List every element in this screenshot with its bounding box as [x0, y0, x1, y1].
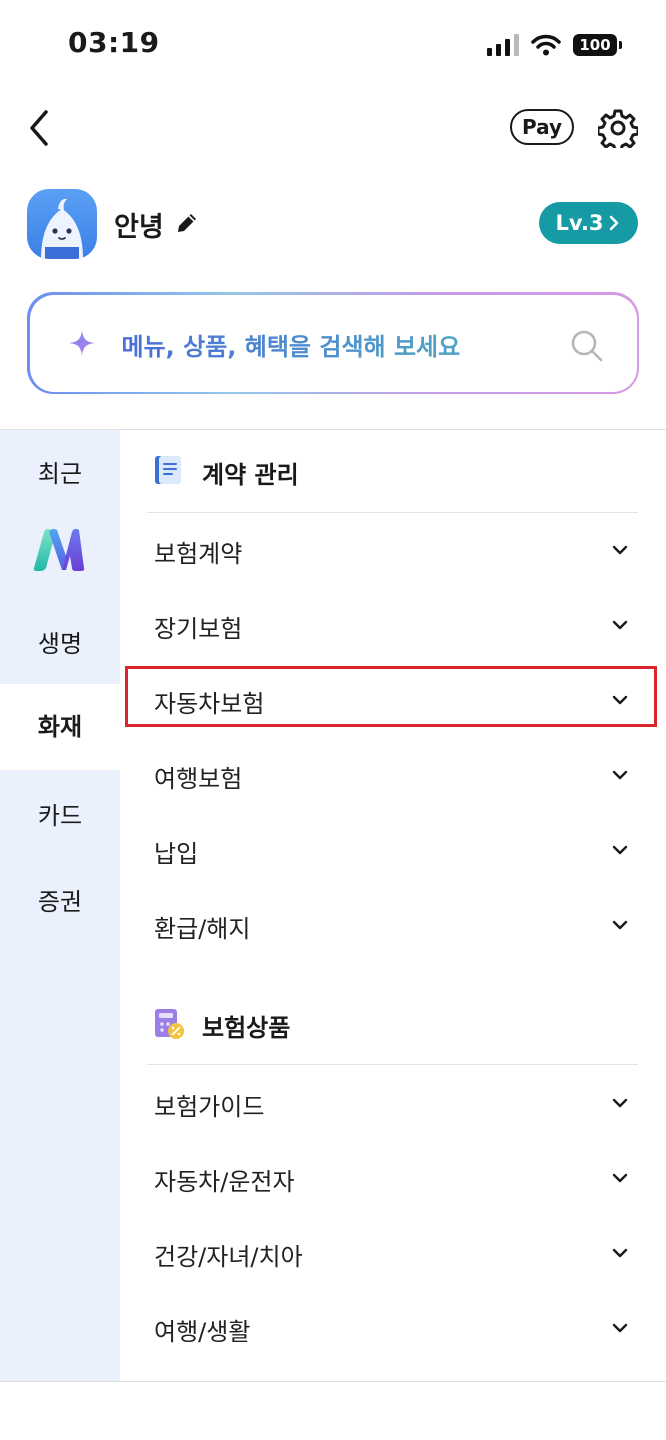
- section-divider: [147, 512, 638, 513]
- status-icons: 100: [487, 30, 622, 60]
- chevron-down-icon: [612, 845, 628, 855]
- m-logo-icon[interactable]: [32, 526, 86, 572]
- search-bar[interactable]: 메뉴, 상품, 혜택을 검색해 보세요: [27, 292, 639, 394]
- rail-item-fire[interactable]: 화재: [0, 684, 120, 770]
- avatar[interactable]: [27, 189, 97, 259]
- section-title-products: 보험상품: [202, 1014, 291, 1042]
- section-divider: [147, 1064, 638, 1065]
- pay-button[interactable]: Pay: [510, 109, 574, 145]
- chevron-down-icon: [612, 695, 628, 705]
- calculator-icon: [155, 1009, 184, 1039]
- rail-item-card[interactable]: 카드: [0, 796, 120, 836]
- rail-item-securities[interactable]: 증권: [0, 882, 120, 922]
- contract-menu-item-2[interactable]: 자동차보험: [126, 670, 656, 730]
- chevron-right-icon: [610, 215, 619, 231]
- contract-menu-item-0[interactable]: 보험계약: [126, 520, 656, 580]
- rail-item-recent[interactable]: 최근: [0, 454, 120, 494]
- status-time: 03:19: [68, 26, 160, 59]
- menu-item-label: 보험가이드: [154, 1093, 265, 1121]
- wifi-icon: [531, 34, 561, 56]
- menu-item-label: 납입: [154, 840, 199, 868]
- chevron-down-icon: [612, 1098, 628, 1108]
- menu-item-label: 여행/생활: [154, 1318, 251, 1346]
- level-badge[interactable]: Lv.3: [539, 202, 638, 244]
- contract-menu-item-3[interactable]: 여행보험: [126, 745, 656, 805]
- screen: 03:19 100 Pay 안녕 Lv.3 메뉴, 상품, 혜택을 검색해 보세…: [0, 0, 666, 1440]
- profile-name: 안녕: [114, 212, 164, 243]
- chevron-down-icon: [612, 1173, 628, 1183]
- mascot-avatar-icon: [41, 198, 83, 259]
- edit-name-button[interactable]: [174, 210, 200, 236]
- product-menu-item-0[interactable]: 보험가이드: [126, 1073, 656, 1133]
- menu-item-label: 건강/자녀/치아: [154, 1243, 303, 1271]
- cellular-signal-icon: [487, 34, 519, 56]
- product-menu-item-1[interactable]: 자동차/운전자: [126, 1148, 656, 1208]
- chevron-down-icon: [612, 770, 628, 780]
- level-label: Lv.3: [555, 211, 604, 235]
- menu-item-label: 환급/해지: [154, 915, 251, 943]
- menu-item-label: 보험계약: [154, 540, 243, 568]
- search-placeholder: 메뉴, 상품, 혜택을 검색해 보세요: [122, 327, 461, 362]
- rail-item-life[interactable]: 생명: [0, 624, 120, 664]
- search-input[interactable]: 메뉴, 상품, 혜택을 검색해 보세요: [29, 294, 637, 392]
- contract-menu-item-1[interactable]: 장기보험: [126, 595, 656, 655]
- product-menu-item-3[interactable]: 여행/생활: [126, 1298, 656, 1358]
- category-rail: 최근 생명 화재 카드 증권: [0, 430, 120, 1381]
- product-menu-item-2[interactable]: 건강/자녀/치아: [126, 1223, 656, 1283]
- contract-menu-item-5[interactable]: 환급/해지: [126, 895, 656, 955]
- menu-item-label: 장기보험: [154, 615, 243, 643]
- pencil-icon: [178, 214, 196, 232]
- chevron-down-icon: [612, 1248, 628, 1258]
- divider: [0, 1381, 666, 1382]
- back-button[interactable]: [22, 104, 62, 152]
- section-title-contract: 계약 관리: [202, 461, 299, 489]
- chevron-down-icon: [612, 620, 628, 630]
- contract-menu-item-4[interactable]: 납입: [126, 820, 656, 880]
- battery-level: 100: [573, 34, 617, 56]
- menu-item-label: 자동차/운전자: [154, 1168, 295, 1196]
- search-icon[interactable]: [568, 327, 606, 365]
- sparkle-icon: [68, 329, 95, 356]
- chevron-down-icon: [612, 920, 628, 930]
- menu-item-label: 자동차보험: [154, 690, 265, 718]
- document-icon: [155, 456, 181, 484]
- chevron-down-icon: [612, 545, 628, 555]
- battery-icon: 100: [573, 34, 622, 56]
- settings-button[interactable]: [596, 108, 640, 153]
- chevron-down-icon: [612, 1323, 628, 1333]
- gear-icon: [596, 109, 640, 153]
- chevron-left-icon: [30, 110, 48, 146]
- menu-item-label: 여행보험: [154, 765, 243, 793]
